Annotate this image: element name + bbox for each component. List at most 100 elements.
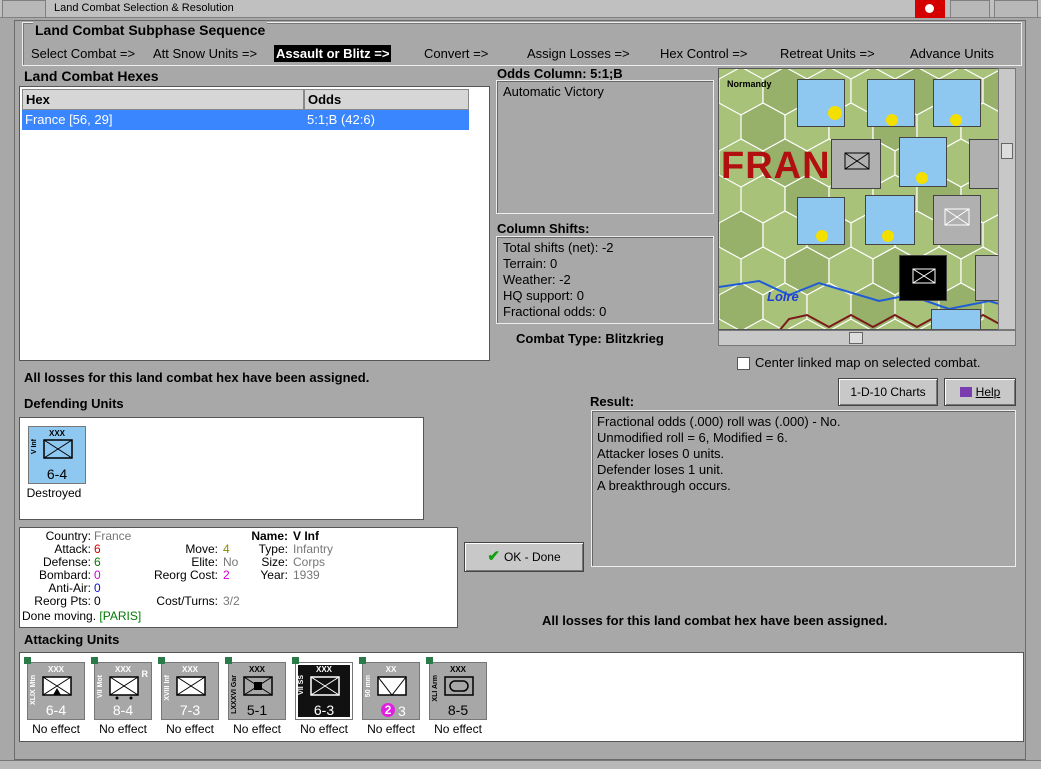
minimize-button[interactable] [950, 0, 990, 18]
attacking-unit-counter[interactable]: XXX XVIII Inf 7-3 [158, 657, 219, 720]
map-unit-counter-edge[interactable] [931, 309, 981, 329]
reorgpts-value: 0 [94, 594, 101, 608]
odds-column-title: Odds Column: 5:1;B [497, 66, 623, 81]
seq-step-assign-losses[interactable]: Assign Losses => [527, 46, 630, 61]
counter-name: XVIII Inf [164, 675, 171, 701]
map-german-unit-counter[interactable] [933, 195, 981, 245]
window-title-bar: Land Combat Selection & Resolution [0, 0, 1041, 18]
result-line: Defender loses 1 unit. [597, 462, 724, 477]
motorized-symbol-icon [109, 676, 139, 700]
map-ss-unit-counter[interactable] [899, 255, 947, 301]
attacking-title: Attacking Units [24, 632, 120, 647]
losses-status-message-2: All losses for this land combat hex have… [542, 613, 888, 628]
status-marker-icon [91, 657, 98, 664]
counter-strength: 6-4 [45, 702, 67, 718]
help-button-label: Help [975, 385, 1001, 399]
center-map-label: Center linked map on selected combat. [755, 355, 981, 370]
infantry-symbol-icon [844, 152, 870, 170]
map-air-counter[interactable] [867, 79, 915, 127]
cell-odds: 5:1;B (42:6) [307, 112, 375, 127]
attacking-unit-status: No effect [300, 722, 348, 736]
attacking-unit-status: No effect [99, 722, 147, 736]
counter-strength: 6-3 [313, 702, 335, 718]
ok-done-button[interactable]: ✔ OK - Done [464, 542, 584, 572]
map-french-unit-counter[interactable] [831, 139, 881, 189]
attacking-unit-counter[interactable]: XXX R VII Mot 8-4 [91, 657, 152, 720]
reorgcost-label: Reorg Cost: [153, 568, 218, 582]
reserve-badge: R [141, 669, 149, 679]
column-shifts-box: Total shifts (net): -2 Terrain: 0 Weathe… [496, 236, 714, 324]
center-map-checkbox[interactable] [737, 357, 750, 370]
counter-size: XXX [248, 665, 265, 674]
attacking-unit-counter[interactable]: XXX XLI Arm 8-5 [426, 657, 487, 720]
shift-total: Total shifts (net): -2 [503, 240, 614, 255]
map-horizontal-scrollbar[interactable] [718, 330, 1016, 346]
hexes-panel-title: Land Combat Hexes [24, 68, 159, 84]
seq-step-assault-blitz[interactable]: Assault or Blitz => [274, 45, 392, 62]
flag-icon [915, 0, 945, 18]
map-vscroll-thumb[interactable] [1001, 143, 1013, 159]
attacking-unit-status: No effect [32, 722, 80, 736]
counter-name: 50 mm [365, 675, 372, 698]
counter-name: XLI Arm [432, 675, 439, 702]
charts-button[interactable]: 1-D-10 Charts [838, 378, 938, 406]
attacking-unit-status: No effect [233, 722, 281, 736]
attacking-unit-counter[interactable]: XXX VII SS 6-3 [292, 657, 353, 720]
seq-step-select-combat[interactable]: Select Combat => [31, 46, 135, 61]
antitank-symbol-icon [377, 676, 407, 696]
counter-strength: 8-4 [112, 702, 134, 718]
seq-step-convert[interactable]: Convert => [424, 46, 488, 61]
done-moving-text: Done moving. [PARIS] [22, 610, 141, 623]
counter-strength: 8-5 [447, 702, 469, 718]
seq-step-advance[interactable]: Advance Units [910, 46, 994, 61]
result-line: A breakthrough occurs. [597, 478, 731, 493]
map-air-counter[interactable] [933, 79, 981, 127]
result-box: Fractional odds (.000) roll was (.000) -… [591, 410, 1016, 567]
map-label-normandy: Normandy [727, 79, 772, 89]
shift-terrain: Terrain: 0 [503, 256, 558, 271]
shift-fractional: Fractional odds: 0 [503, 304, 607, 319]
counter-strength: 5-1 [246, 702, 268, 718]
sequence-title: Land Combat Subphase Sequence [33, 22, 268, 38]
seq-step-retreat[interactable]: Retreat Units => [780, 46, 875, 61]
seq-step-hex-control[interactable]: Hex Control => [660, 46, 747, 61]
hexes-table: Hex Odds France [56, 29] 5:1;B (42:6) [19, 86, 490, 361]
mountain-symbol-icon [42, 676, 72, 696]
reorgpts-label: Reorg Pts: [34, 594, 91, 608]
counter-size: XXX [48, 429, 65, 438]
map-air-counter[interactable] [899, 137, 947, 187]
help-book-icon [959, 387, 972, 397]
map-hscroll-thumb[interactable] [849, 332, 863, 344]
help-button[interactable]: Help [944, 378, 1016, 406]
defending-unit-counter[interactable]: XXX V Inf 6-4 [28, 426, 86, 484]
defending-unit-status: Destroyed [26, 486, 82, 500]
map-vertical-scrollbar[interactable] [998, 68, 1016, 330]
seq-step-att-snow[interactable]: Att Snow Units => [153, 46, 257, 61]
infantry-symbol-icon [944, 208, 970, 226]
status-marker-icon [426, 657, 433, 664]
map-air-counter-active[interactable] [865, 195, 915, 245]
linked-map[interactable]: Normandy FRANC Loire [718, 68, 1016, 330]
close-button[interactable] [994, 0, 1038, 18]
done-moving-label: Done moving. [22, 609, 97, 623]
table-row[interactable]: France [56, 29] 5:1;B (42:6) [22, 110, 469, 130]
col-header-hex[interactable]: Hex [22, 89, 304, 110]
status-marker-icon [24, 657, 31, 664]
reorgcost-value: 2 [223, 568, 230, 582]
counter-name: VII Mot [97, 675, 104, 698]
checkmark-icon: ✔ [487, 548, 500, 565]
window-menu-button[interactable] [2, 0, 46, 18]
col-header-odds[interactable]: Odds [304, 89, 469, 110]
counter-strength: 7-3 [179, 702, 201, 718]
map-air-counter[interactable] [797, 197, 845, 245]
counter-size: XXX [47, 665, 64, 674]
attacking-unit-counter[interactable]: XXX LXXXVI Gar 5-1 [225, 657, 286, 720]
attacking-unit-status: No effect [166, 722, 214, 736]
map-air-counter[interactable] [797, 79, 845, 127]
unit-details-box: Country: France Attack: 6 Defense: 6 Bom… [19, 527, 458, 628]
attacking-unit-counter[interactable]: XXX XLIX Mtn 6-4 [24, 657, 85, 720]
infantry-symbol-icon [912, 268, 936, 284]
result-line: Attacker loses 0 units. [597, 446, 725, 461]
attacking-unit-counter[interactable]: XX 50 mm 2 3 [359, 657, 420, 720]
ok-done-label: OK - Done [503, 550, 561, 564]
